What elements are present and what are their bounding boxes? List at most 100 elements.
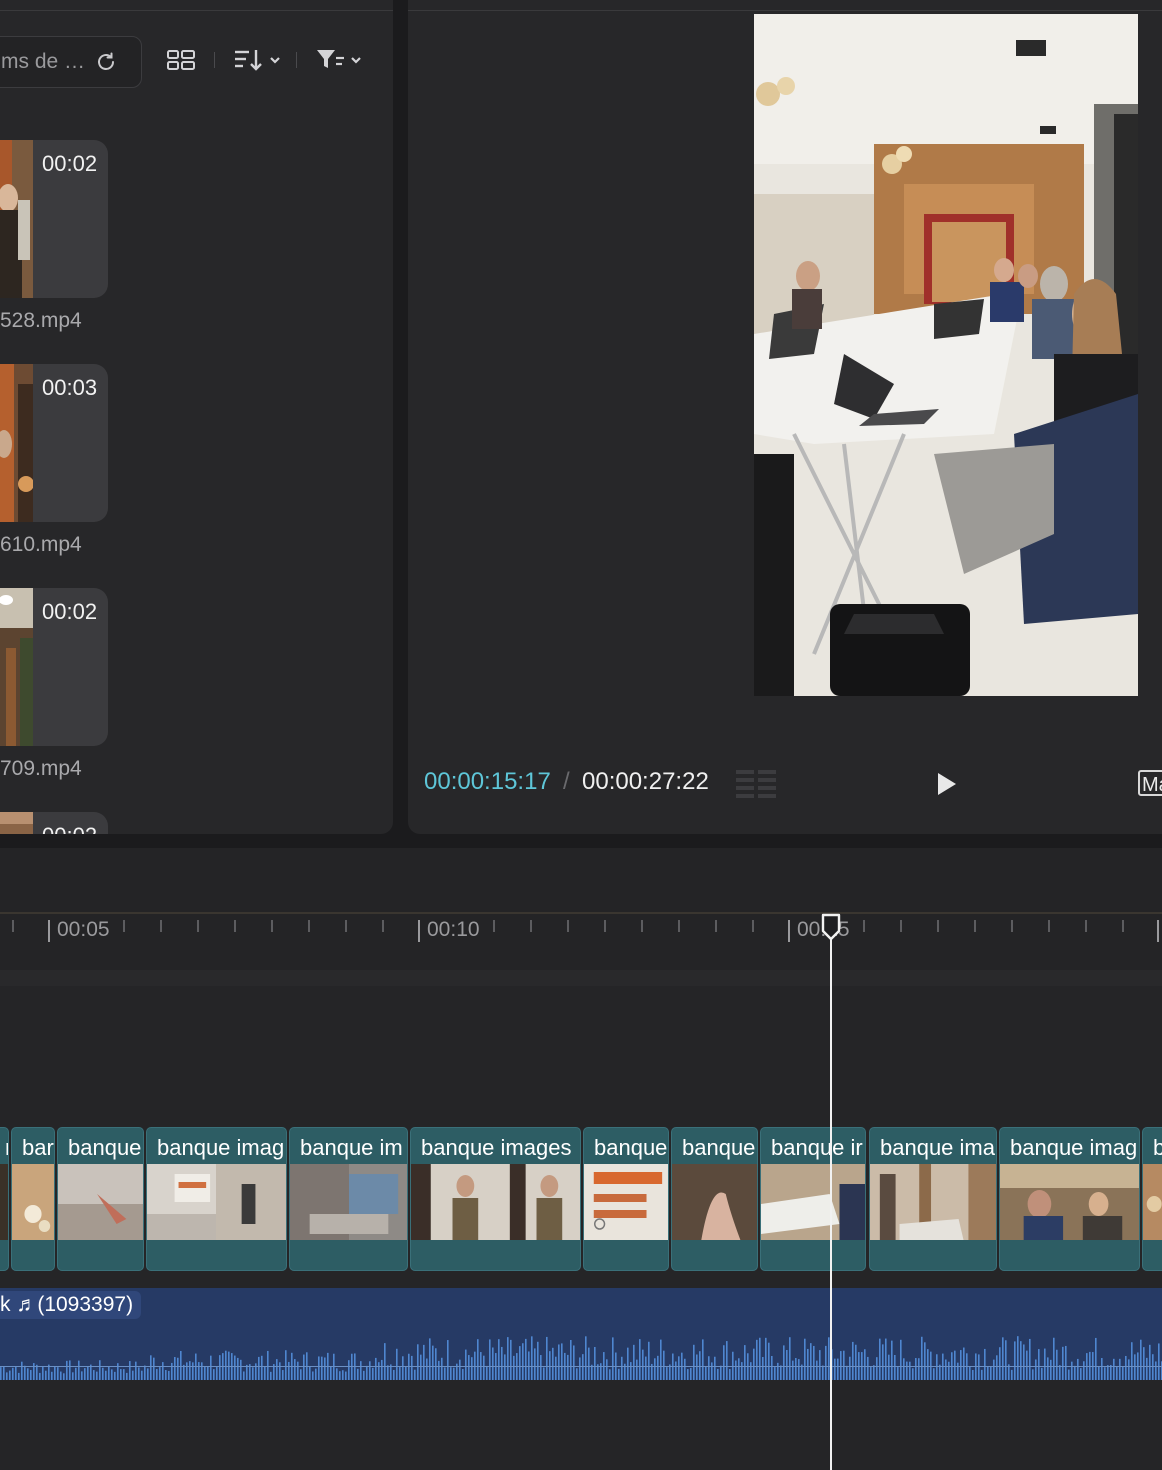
- refresh-icon[interactable]: [95, 51, 117, 73]
- filter-icon[interactable]: [314, 46, 366, 74]
- waveform-bar: [954, 1350, 956, 1380]
- waveform-bar: [1038, 1349, 1040, 1380]
- ruler-tick: [567, 920, 569, 932]
- play-icon[interactable]: [934, 770, 960, 798]
- waveform-bar: [174, 1357, 176, 1380]
- waveform-grid-icon[interactable]: [734, 768, 780, 800]
- timeline-video-clip[interactable]: banque images: [410, 1127, 581, 1271]
- waveform-bar: [150, 1355, 152, 1380]
- media-clip-card[interactable]: 00:02: [0, 588, 108, 746]
- waveform-bar: [870, 1367, 872, 1380]
- timeline-video-clip[interactable]: bar: [11, 1127, 55, 1271]
- timeline-toolbar: [0, 848, 1162, 912]
- waveform-bar: [924, 1342, 926, 1380]
- waveform-bar: [1065, 1345, 1067, 1380]
- waveform-bar: [501, 1346, 503, 1380]
- waveform-bar: [993, 1359, 995, 1380]
- waveform-bar: [51, 1371, 53, 1380]
- waveform-bar: [477, 1339, 479, 1380]
- grid-view-icon[interactable]: [166, 46, 196, 74]
- waveform-bar: [540, 1355, 542, 1380]
- media-clip-card[interactable]: 00:02: [0, 812, 108, 834]
- total-duration: 00:00:27:22: [582, 768, 709, 795]
- clip-label: banque ima: [880, 1135, 995, 1160]
- waveform-bar: [699, 1351, 701, 1380]
- waveform-bar: [579, 1357, 581, 1380]
- waveform-bar: [708, 1356, 710, 1380]
- clip-thumbnail: [0, 812, 33, 834]
- waveform-bar: [111, 1369, 113, 1380]
- waveform-bar: [453, 1367, 455, 1380]
- waveform-bar: [663, 1350, 665, 1380]
- waveform-bar: [840, 1351, 842, 1380]
- timeline-video-clip[interactable]: banque: [583, 1127, 669, 1271]
- waveform-bar: [93, 1370, 95, 1380]
- timeline-video-clip[interactable]: banque im: [289, 1127, 408, 1271]
- waveform-bar: [1125, 1355, 1127, 1380]
- waveform-bar: [261, 1355, 263, 1380]
- waveform-bar: [792, 1360, 794, 1380]
- ruler-tick: [493, 920, 495, 932]
- waveform-bar: [360, 1361, 362, 1380]
- waveform-bar: [630, 1362, 632, 1380]
- waveform-bar: [1134, 1354, 1136, 1380]
- waveform-bar: [552, 1347, 554, 1380]
- waveform-bar: [789, 1337, 791, 1380]
- waveform-bar: [204, 1366, 206, 1380]
- waveform-bar: [600, 1363, 602, 1380]
- waveform-bar: [957, 1362, 959, 1380]
- waveform-bar: [159, 1367, 161, 1380]
- timeline-video-clip[interactable]: banque: [671, 1127, 758, 1271]
- waveform-bar: [162, 1362, 164, 1380]
- waveform-bar: [312, 1371, 314, 1380]
- clip-duration: 00:02: [42, 823, 97, 834]
- ruler-tick: [123, 920, 125, 932]
- timeline-video-clip[interactable]: banque: [57, 1127, 144, 1271]
- waveform-bar: [702, 1339, 704, 1380]
- waveform-bar: [642, 1349, 644, 1380]
- timeline-video-clip[interactable]: banque imag: [999, 1127, 1140, 1271]
- waveform-bar: [468, 1355, 470, 1380]
- clip-label: banque: [682, 1135, 756, 1160]
- playhead-handle-icon[interactable]: [821, 913, 841, 941]
- waveform-bar: [978, 1354, 980, 1380]
- preview-video-frame[interactable]: [754, 14, 1138, 696]
- waveform-bar: [15, 1366, 17, 1380]
- waveform-bar: [543, 1367, 545, 1380]
- waveform-bar: [513, 1355, 515, 1380]
- waveform-bar: [825, 1345, 827, 1380]
- waveform-bar: [1095, 1337, 1097, 1380]
- playhead-line[interactable]: [830, 934, 832, 1470]
- timeline-video-clip[interactable]: r: [0, 1127, 9, 1271]
- waveform-bar: [1005, 1340, 1007, 1380]
- clip-thumbnail-strip: [761, 1164, 865, 1240]
- media-panel: ms de … 00:02 528.mp4 00:03 610.mp4 00:0…: [0, 0, 393, 834]
- waveform-bar: [933, 1368, 935, 1380]
- waveform-bar: [36, 1364, 38, 1380]
- waveform-bar: [72, 1372, 74, 1380]
- timeline-video-clip[interactable]: banque ima: [869, 1127, 997, 1271]
- waveform-bar: [753, 1348, 755, 1380]
- aspect-ratio-button[interactable]: Ma: [1138, 770, 1162, 796]
- waveform-bar: [126, 1372, 128, 1380]
- waveform-bar: [309, 1366, 311, 1380]
- waveform-bar: [183, 1364, 185, 1380]
- media-clip-card[interactable]: 00:03: [0, 364, 108, 522]
- waveform-bar: [780, 1365, 782, 1380]
- clip-label: banque imag: [157, 1135, 285, 1160]
- timeline-video-clip[interactable]: banque imag: [146, 1127, 287, 1271]
- clip-label: banque: [68, 1135, 142, 1160]
- waveform-bar: [585, 1336, 587, 1380]
- timeline-video-clip[interactable]: banque ir: [760, 1127, 866, 1271]
- sort-icon[interactable]: [232, 46, 284, 74]
- waveform-bar: [786, 1349, 788, 1380]
- clip-thumbnail-strip: [0, 1164, 8, 1240]
- timeline-ruler[interactable]: [0, 912, 1162, 972]
- search-input[interactable]: ms de …: [0, 36, 142, 88]
- timeline-video-clip[interactable]: b: [1142, 1127, 1162, 1271]
- media-clip-card[interactable]: 00:02: [0, 140, 108, 298]
- waveform-bar: [741, 1362, 743, 1380]
- timeline-audio-clip[interactable]: k ♬(1093397): [0, 1288, 1162, 1380]
- waveform-bar: [555, 1356, 557, 1380]
- waveform-bar: [411, 1355, 413, 1380]
